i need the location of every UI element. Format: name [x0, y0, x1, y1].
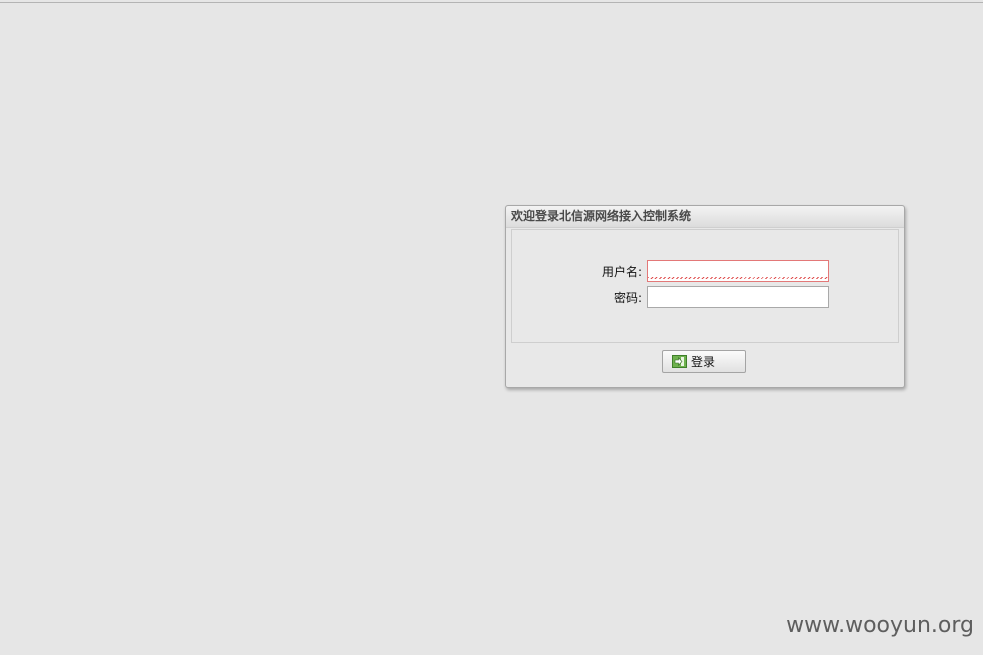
password-input[interactable] — [647, 286, 829, 308]
login-button[interactable]: 登录 — [662, 350, 746, 373]
username-label: 用户名: — [601, 265, 642, 279]
login-button-label: 登录 — [691, 355, 716, 369]
login-dialog: 欢迎登录北信源网络接入控制系统 用户名: 密码: 登录 — [505, 205, 905, 388]
login-form-panel: 用户名: 密码: — [511, 229, 899, 343]
top-divider — [0, 2, 983, 3]
password-label: 密码: — [613, 291, 642, 305]
dialog-header: 欢迎登录北信源网络接入控制系统 — [506, 206, 904, 228]
dialog-title: 欢迎登录北信源网络接入控制系统 — [511, 209, 692, 223]
watermark-text: www.wooyun.org — [786, 613, 974, 638]
username-input[interactable] — [647, 260, 829, 282]
login-arrow-icon — [672, 355, 687, 368]
